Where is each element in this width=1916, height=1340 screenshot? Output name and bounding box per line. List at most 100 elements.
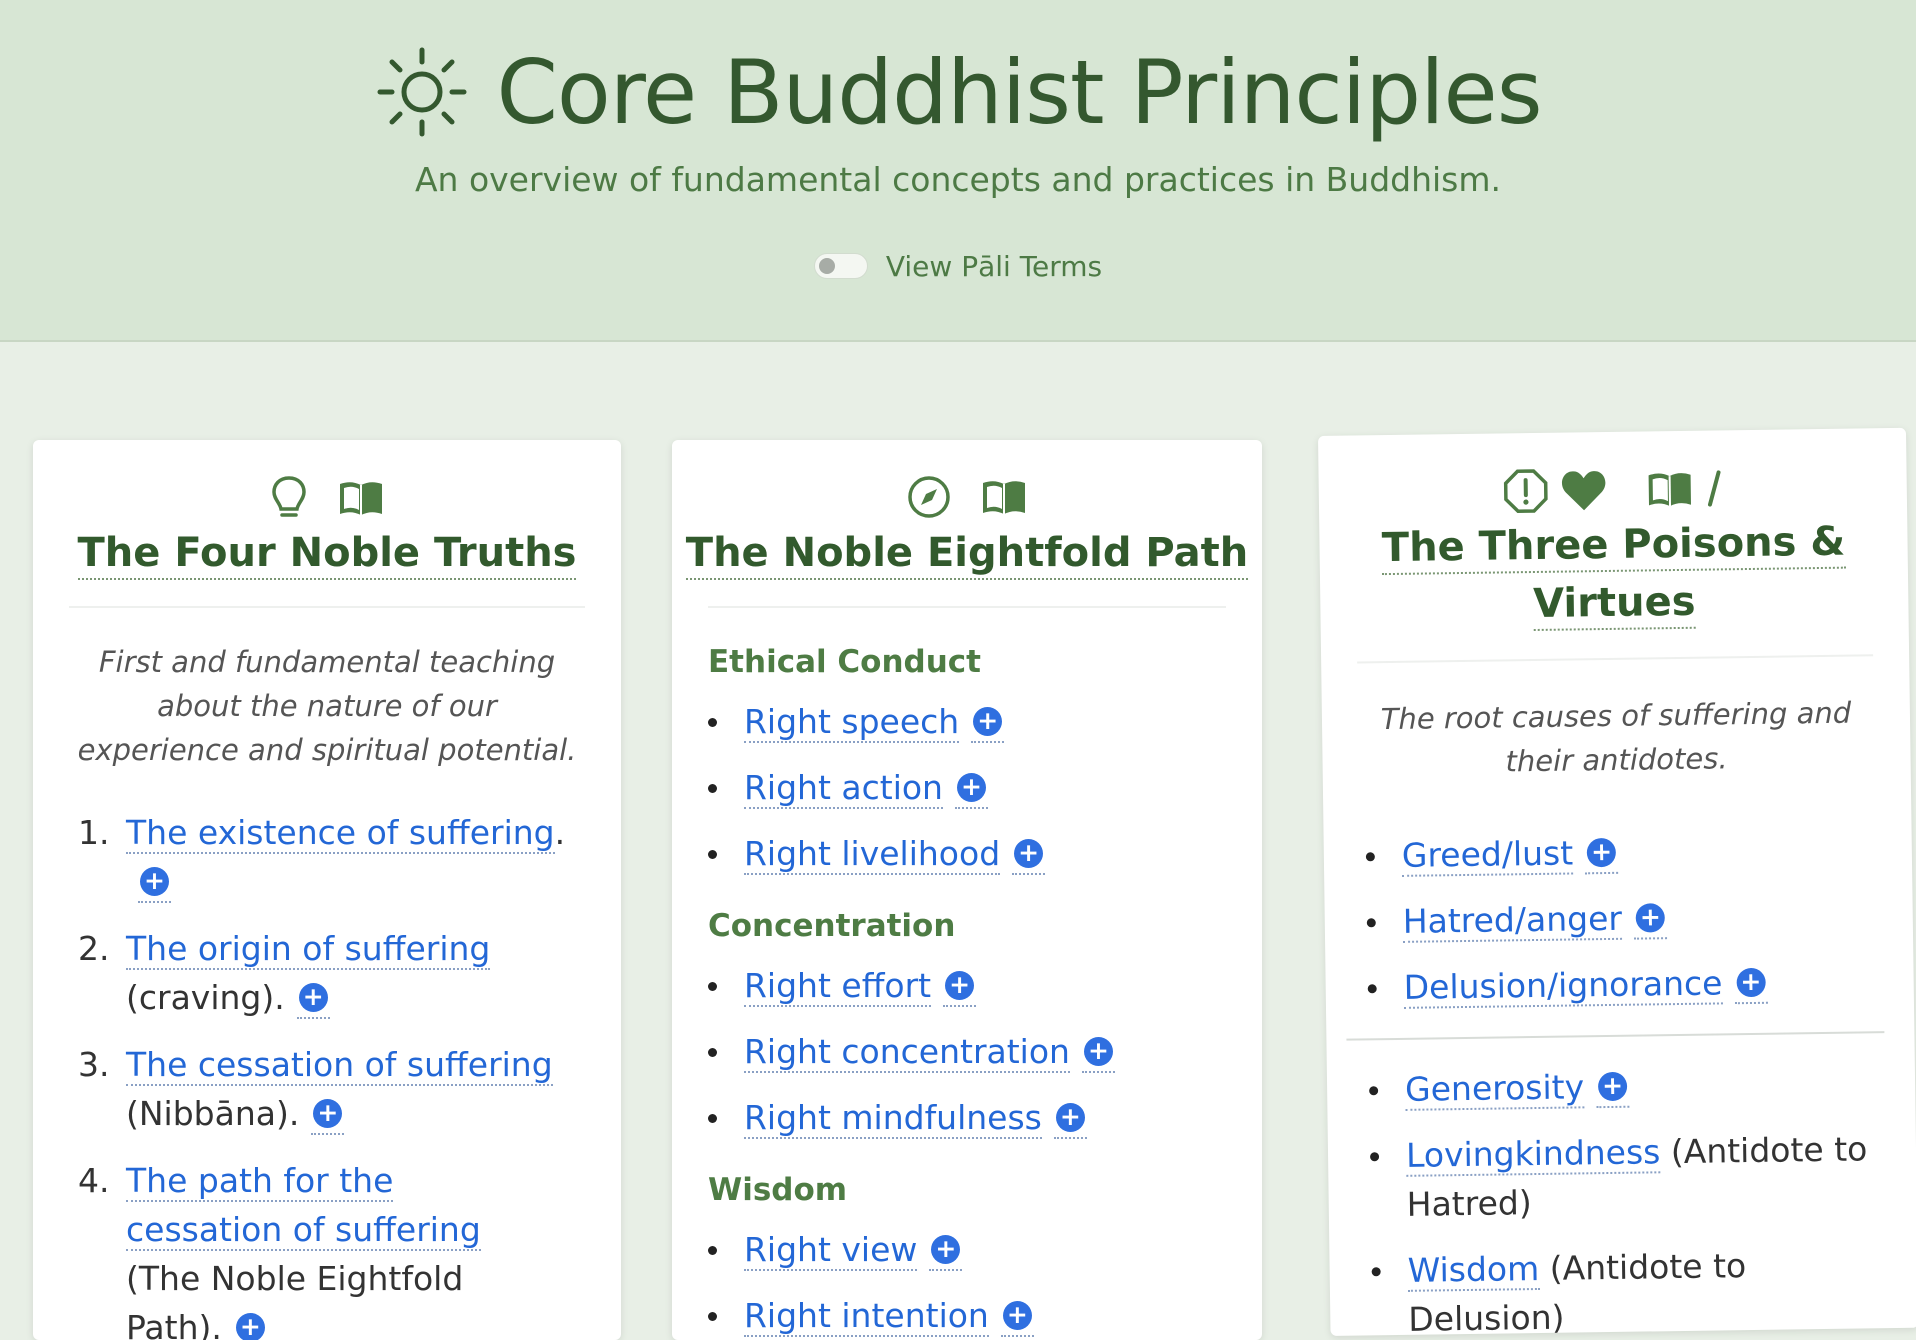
wisdom-list: Right view + Right intention + <box>744 1225 1244 1340</box>
path-link[interactable]: Right livelihood <box>744 834 1000 875</box>
virtue-link[interactable]: Wisdom <box>1407 1249 1539 1292</box>
card-title-line2[interactable]: Virtues <box>1533 579 1696 631</box>
expand-plus-icon[interactable]: + <box>236 1313 265 1340</box>
list-item: 2.The origin of suffering(craving).+ <box>126 924 606 1022</box>
list-item: Generosity + <box>1405 1058 1876 1114</box>
expand-plus-icon[interactable]: + <box>1003 1301 1032 1330</box>
expand-plus-icon[interactable]: + <box>1084 1037 1113 1066</box>
list-item: 3.The cessation of suffering(Nibbāna).+ <box>126 1040 606 1138</box>
expand-plus-icon[interactable]: + <box>945 971 974 1000</box>
expand-plus-icon[interactable]: + <box>1636 903 1665 932</box>
card-title[interactable]: The Three Poisons &Virtues <box>1319 512 1909 636</box>
title-row: Core Buddhist Principles <box>0 32 1916 152</box>
card-four-noble-truths: The Four Noble Truths First and fundamen… <box>33 440 621 1340</box>
toggle-knob <box>819 258 835 274</box>
card-title[interactable]: The Four Noble Truths <box>33 524 621 582</box>
truth-link[interactable]: The path for the cessation of suffering <box>126 1161 481 1251</box>
path-link[interactable]: Right concentration <box>744 1032 1070 1073</box>
list-item: Wisdom (Antidote to Delusion) <box>1407 1239 1878 1336</box>
expand-plus-icon[interactable]: + <box>1056 1103 1085 1132</box>
list-item: Greed/lust + <box>1402 824 1893 880</box>
truth-tail: (The Noble Eightfold Path). <box>126 1259 463 1340</box>
truth-link[interactable]: The existence of suffering <box>126 813 555 854</box>
expand-plus-icon[interactable]: + <box>957 773 986 802</box>
card-divider <box>69 606 585 608</box>
expand-plus-icon[interactable]: + <box>931 1235 960 1264</box>
card-title-text[interactable]: The Noble Eightfold Path <box>686 530 1248 580</box>
concentration-list: Right effort + Right concentration + Right… <box>744 961 1244 1142</box>
book-icon[interactable] <box>337 478 385 518</box>
list-item: Right intention + <box>744 1291 1244 1340</box>
card-noble-eightfold-path: The Noble Eightfold Path Ethical Conduct… <box>672 440 1262 1340</box>
list-item: Right livelihood + <box>744 829 1244 878</box>
path-link[interactable]: Right mindfulness <box>744 1098 1042 1139</box>
expand-plus-icon[interactable]: + <box>140 867 169 896</box>
virtue-link[interactable]: Lovingkindness <box>1406 1132 1661 1177</box>
truth-link[interactable]: The cessation of suffering <box>126 1045 553 1086</box>
card-divider <box>1357 654 1873 663</box>
card-title-line1[interactable]: The Three Poisons & <box>1382 519 1846 575</box>
expand-plus-icon[interactable]: + <box>1014 839 1043 868</box>
list-item: 1.The existence of suffering.+ <box>126 808 606 906</box>
list-number: 2. <box>78 924 110 973</box>
list-item: Right effort + <box>744 961 1244 1010</box>
card-description: The root causes of suffering and their a… <box>1362 690 1871 785</box>
list-item: Right mindfulness + <box>744 1093 1244 1142</box>
list-item: Hatred/anger + <box>1402 890 1893 946</box>
path-link[interactable]: Right action <box>744 768 943 809</box>
list-item: Right view + <box>744 1225 1244 1274</box>
card-icons <box>672 474 1262 520</box>
pali-terms-toggle[interactable] <box>814 253 868 279</box>
book-icon[interactable] <box>980 477 1028 517</box>
card-title[interactable]: The Noble Eightfold Path <box>672 524 1262 582</box>
list-item: Right action + <box>744 763 1244 812</box>
list-item: Delusion/ignorance + <box>1403 956 1894 1012</box>
expand-plus-icon[interactable]: + <box>313 1099 342 1128</box>
expand-plus-icon[interactable]: + <box>973 707 1002 736</box>
list-item: Right concentration + <box>744 1027 1244 1076</box>
card-title-text[interactable]: The Four Noble Truths <box>78 530 577 580</box>
section-divider <box>1346 1031 1884 1041</box>
poisons-list: Greed/lust + Hatred/anger + Delusion/ignor… <box>1402 824 1894 1012</box>
card-description: First and fundamental teaching about the… <box>73 640 581 772</box>
sun-icon <box>374 44 470 140</box>
card-icons <box>33 474 621 522</box>
lightbulb-icon <box>269 474 309 522</box>
expand-plus-icon[interactable]: + <box>1736 968 1765 997</box>
expand-plus-icon[interactable]: + <box>299 983 328 1012</box>
card-three-poisons-virtues: The Three Poisons &Virtues The root caus… <box>1318 428 1916 1336</box>
expand-plus-icon[interactable]: + <box>1587 838 1616 867</box>
section-heading-concentration: Concentration <box>708 908 955 944</box>
expand-plus-icon[interactable]: + <box>1598 1072 1627 1101</box>
page-title: Core Buddhist Principles <box>496 41 1541 144</box>
poison-link[interactable]: Delusion/ignorance <box>1403 963 1722 1008</box>
list-item: Lovingkindness (Antidote to Hatred) <box>1406 1124 1877 1229</box>
page-header: Core Buddhist Principles An overview of … <box>0 0 1916 342</box>
poison-link[interactable]: Greed/lust <box>1402 833 1574 876</box>
truths-list: 1.The existence of suffering.+ 2.The ori… <box>126 808 606 1340</box>
virtue-link[interactable]: Generosity <box>1405 1067 1585 1110</box>
path-link[interactable]: Right effort <box>744 966 931 1007</box>
truth-link[interactable]: The origin of suffering <box>126 929 490 970</box>
truth-tail: . <box>555 813 566 852</box>
heart-icon <box>1559 468 1608 513</box>
list-number: 4. <box>78 1156 110 1205</box>
alert-octagon-icon <box>1501 467 1550 516</box>
compass-icon <box>906 474 952 520</box>
list-item: Right speech + <box>744 697 1244 746</box>
page-subtitle: An overview of fundamental concepts and … <box>0 160 1916 199</box>
pali-terms-label[interactable]: View Pāli Terms <box>886 250 1102 283</box>
ethical-conduct-list: Right speech + Right action + Right liveli… <box>744 697 1244 878</box>
path-link[interactable]: Right intention <box>744 1296 989 1337</box>
section-heading-ethical-conduct: Ethical Conduct <box>708 644 981 680</box>
poison-link[interactable]: Hatred/anger <box>1403 899 1623 943</box>
card-divider <box>708 606 1226 608</box>
slash-icon <box>1703 468 1724 508</box>
path-link[interactable]: Right speech <box>744 702 959 743</box>
section-heading-wisdom: Wisdom <box>708 1172 847 1208</box>
card-icons <box>1318 462 1907 518</box>
path-link[interactable]: Right view <box>744 1230 917 1271</box>
virtues-list: Generosity + Lovingkindness (Antidote to … <box>1405 1058 1879 1336</box>
list-item: 4.The path for the cessation of sufferin… <box>126 1156 556 1340</box>
book-icon[interactable] <box>1645 469 1694 510</box>
